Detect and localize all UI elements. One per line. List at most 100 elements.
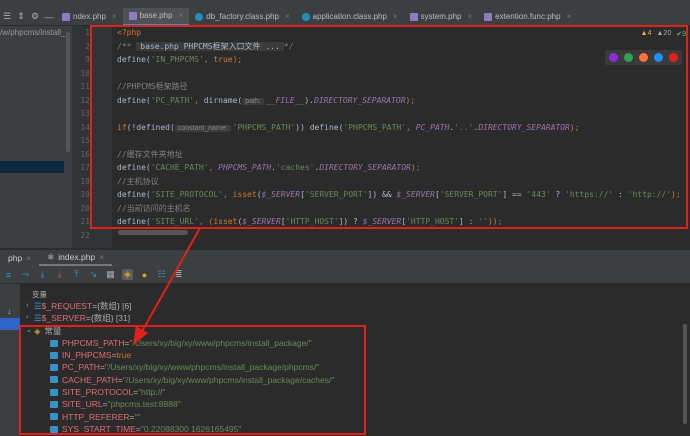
settings-list-icon[interactable]: ≣ [173, 269, 184, 280]
line-number: 21 [80, 217, 90, 226]
code-editor[interactable]: <?php/** base.php PHPCMS框架入口文件 ... */defi… [112, 26, 690, 248]
code-token: ]) ? [338, 217, 363, 226]
editor-tab[interactable]: ndex.php × [56, 8, 123, 26]
close-icon[interactable]: × [567, 12, 572, 21]
gear-icon[interactable]: ⚙ [28, 11, 42, 22]
code-line[interactable] [112, 229, 690, 243]
firefox-icon[interactable] [639, 53, 648, 62]
code-line[interactable]: //缓存文件夹地址 [112, 148, 690, 162]
chevron-down-icon[interactable]: ⌄ [26, 325, 34, 337]
warning-count: 4 [647, 30, 652, 37]
code-line[interactable]: //主机协议 [112, 175, 690, 189]
editor-tab[interactable]: application.class.php × [296, 8, 404, 26]
force-step-into-icon[interactable]: ⤓ [54, 269, 65, 280]
constant-row[interactable]: IN_PHPCMS = true [26, 349, 690, 361]
show-execution-point-icon[interactable]: ⤳ [20, 269, 31, 280]
expand-icon[interactable]: ⇕ [14, 11, 28, 22]
code-line[interactable]: <?php [112, 26, 690, 40]
editor-tab[interactable]: system.php × [404, 8, 479, 26]
variable-name: $_SERVER [41, 313, 86, 324]
arrow-down-icon[interactable]: ↓ [7, 306, 12, 316]
code-line[interactable] [112, 67, 690, 81]
variable-row[interactable]: › ☰ $_REQUEST = {数组} [6] [26, 300, 690, 312]
weak-warning-count: 20 [663, 30, 672, 37]
constants-label: 常量 [44, 325, 62, 336]
chrome-icon[interactable] [624, 53, 633, 62]
code-line[interactable] [112, 107, 690, 121]
line-number: 10 [80, 68, 90, 78]
constant-row[interactable]: PC_PATH = "/Users/xy/big/xy/www/phpcms/i… [26, 361, 690, 373]
close-icon[interactable]: × [179, 11, 184, 20]
code-token: ? [550, 190, 566, 199]
code-line[interactable]: if(!defined(constant_name: 'PHPCMS_PATH')… [112, 121, 690, 135]
code-line[interactable]: define('SITE_PROTOCOL', isset($_SERVER['… [112, 188, 690, 202]
evaluate-icon[interactable]: ▦ [105, 269, 116, 280]
breakpoint-icon[interactable]: ● [139, 270, 150, 280]
constant-row[interactable]: HTTP_REFERER = "" [26, 411, 690, 423]
code-token: /** [117, 41, 137, 51]
hide-icon[interactable]: — [42, 12, 56, 22]
chevron-right-icon[interactable]: › [26, 312, 34, 324]
variables-scrollbar[interactable] [683, 324, 687, 424]
close-icon[interactable]: × [99, 252, 104, 262]
code-line[interactable]: //PHPCMS框架路径 [112, 80, 690, 94]
project-scrollbar[interactable] [66, 32, 70, 152]
list-icon[interactable]: ☷ [156, 269, 167, 280]
editor-horizontal-scrollbar[interactable] [118, 230, 188, 235]
code-line[interactable]: //当前访问的主机名 [112, 202, 690, 216]
selected-tree-item[interactable] [0, 161, 64, 173]
run-to-cursor-icon[interactable]: ↘ [88, 269, 99, 280]
debug-tab[interactable]: ✱ index.php × [39, 250, 113, 266]
constants-toggle-icon[interactable]: ◈ [122, 269, 133, 280]
code-token: base.php PHPCMS框架入口文件 ... [136, 41, 284, 51]
close-icon[interactable]: × [393, 12, 398, 21]
close-icon[interactable]: × [26, 253, 31, 263]
close-icon[interactable]: × [112, 12, 117, 21]
constant-value: "http://" [138, 387, 166, 398]
constant-row[interactable]: PHPCMS_PATH = "/Users/xy/big/xy/www/phpc… [26, 337, 690, 349]
php-file-icon [484, 12, 493, 21]
php-class-icon [301, 12, 310, 21]
line-number: 22 [80, 230, 90, 240]
editor-tab[interactable]: db_factory.class.php × [189, 8, 295, 26]
code-line[interactable]: define('PC_PATH', dirname(path: __FILE__)… [112, 94, 690, 108]
constants-group[interactable]: ⌄ ◈ 常量 [26, 325, 690, 337]
code-token: DIRECTORY_SEPARATOR [478, 122, 570, 132]
menu-icon[interactable]: ≡ [3, 270, 14, 280]
debug-tab[interactable]: php × [0, 253, 39, 263]
constant-row[interactable]: SITE_URL = "phpcms.test:8888" [26, 398, 690, 410]
code-line[interactable] [112, 134, 690, 148]
editor-tab[interactable]: base.php × [122, 7, 190, 26]
constant-row[interactable]: CACHE_PATH = "/Users/xy/big/xy/www/phpcm… [26, 374, 690, 386]
opera-icon[interactable] [669, 53, 678, 62]
chevron-right-icon[interactable]: › [26, 300, 34, 312]
collapse-all-icon[interactable]: ☰ [0, 11, 14, 22]
code-line[interactable]: define('IN_PHPCMS', true); [112, 53, 690, 67]
code-token: //当前访问的主机名 [117, 203, 191, 213]
step-over-icon[interactable]: ⤓ [37, 269, 48, 280]
project-path: /w/phpcms/install_ [0, 28, 66, 37]
close-icon[interactable]: × [285, 12, 290, 21]
constant-value: "/Users/xy/big/xy/www/phpcms/install_pac… [122, 374, 335, 385]
code-line[interactable]: define('SITE_URL', (isset($_SERVER['HTTP… [112, 215, 690, 229]
close-icon[interactable]: × [468, 12, 473, 21]
variable-row[interactable]: › ☰ $_SERVER = {数组} [31] [26, 312, 690, 324]
code-token: define( [117, 190, 151, 199]
code-line[interactable]: define('CACHE_PATH', PHPCMS_PATH.'caches… [112, 161, 690, 175]
step-out-icon[interactable]: ⤒ [71, 269, 82, 280]
variable-name: $_REQUEST [41, 301, 93, 311]
safari-icon[interactable] [654, 53, 663, 62]
editor-tab[interactable]: extention.func.php × [478, 8, 577, 26]
constant-row[interactable]: SYS_START_TIME = "0.22088300 1626165495" [26, 423, 690, 435]
php-file-icon [62, 12, 70, 21]
debug-tab-label: php [8, 253, 23, 263]
selected-frame[interactable] [0, 318, 20, 330]
code-token: 'PHPCMS_PATH' [343, 122, 407, 132]
phpstorm-icon[interactable] [609, 53, 618, 62]
line-number: 11 [80, 82, 90, 91]
inspection-widget[interactable]: ▲4 ▲20 ✔9 [641, 30, 686, 38]
debug-tab-label: index.php [58, 252, 96, 262]
constant-row[interactable]: SITE_PROTOCOL = "http://" [26, 386, 690, 398]
code-line[interactable]: /** base.php PHPCMS框架入口文件 ... */ [112, 40, 690, 54]
variables-header: 变量 [32, 290, 47, 299]
